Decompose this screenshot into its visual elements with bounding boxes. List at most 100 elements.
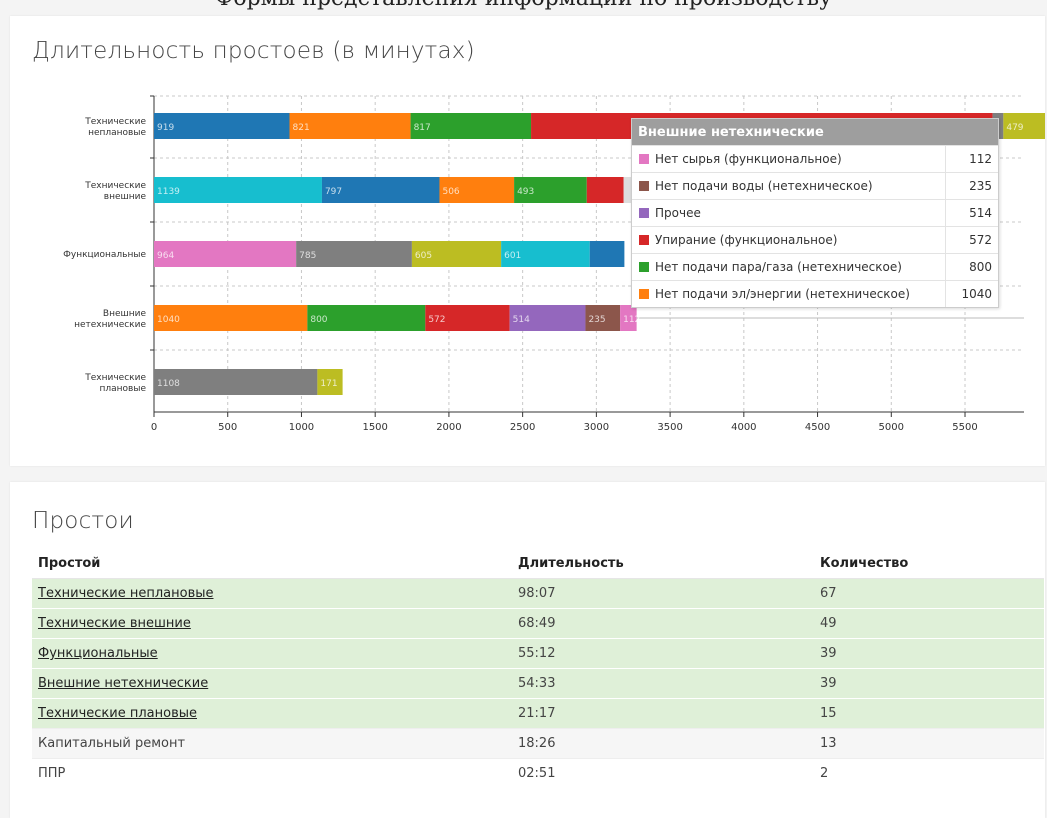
cell-count: 49 [814, 608, 1044, 639]
data-label: 800 [310, 315, 327, 325]
cell-count: 15 [814, 698, 1044, 729]
table-row: Внешние нетехнические 54:33 39 [32, 668, 1044, 699]
cell-name: ППР [32, 758, 512, 788]
table-panel: Простои Простой Длительность Количество … [10, 482, 1045, 818]
tooltip-label: Нет подачи пара/газа (нетехническое) [655, 260, 902, 274]
cell-duration: 02:51 [512, 758, 814, 788]
header-duration: Длительность [512, 548, 814, 579]
cell-duration: 54:33 [512, 668, 814, 699]
x-tick-label: 500 [218, 422, 237, 433]
downtime-link[interactable]: Функциональные [38, 646, 158, 661]
cell-duration: 21:17 [512, 698, 814, 729]
x-tick-label: 5500 [952, 422, 977, 433]
x-tick-label: 0 [151, 422, 157, 433]
tooltip-row: Нет подачи эл/энергии (нетехническое) 104… [632, 280, 998, 307]
tooltip-label: Упирание (функциональное) [655, 233, 838, 247]
data-label: 506 [442, 187, 459, 197]
cell-count: 67 [814, 578, 1044, 609]
downtime-name: ППР [38, 766, 66, 781]
tooltip-row: Нет сырья (функциональное) 112 [632, 145, 998, 172]
data-label: 605 [415, 251, 432, 261]
y-category-label: нетехнические [74, 320, 146, 330]
data-label: 1108 [157, 379, 180, 389]
cell-duration: 18:26 [512, 728, 814, 759]
tooltip-label: Нет подачи воды (нетехническое) [655, 179, 873, 193]
downtime-link[interactable]: Технические внешние [38, 616, 191, 631]
cell-duration: 55:12 [512, 638, 814, 669]
data-label: 514 [513, 315, 530, 325]
page-caption: Формы представления информации по произв… [0, 0, 1047, 11]
data-label: 235 [588, 315, 605, 325]
cell-name: Технические внешние [32, 608, 512, 639]
table-row: Функциональные 55:12 39 [32, 638, 1044, 669]
table-row: Капитальный ремонт 18:26 13 [32, 728, 1044, 759]
table-row: Технические внешние 68:49 49 [32, 608, 1044, 639]
data-label: 112 [623, 315, 640, 325]
data-label: 919 [157, 123, 174, 133]
data-label: 964 [157, 251, 174, 261]
x-tick-label: 2500 [510, 422, 535, 433]
data-label: 171 [320, 379, 337, 389]
cell-count: 2 [814, 758, 1044, 788]
x-tick-label: 5000 [879, 422, 904, 433]
y-category-label: Технические [84, 117, 146, 127]
y-category-label: Внешние [103, 309, 147, 319]
data-label: 479 [1006, 123, 1023, 133]
bar-segment [589, 241, 625, 267]
data-label: 493 [517, 187, 534, 197]
cell-duration: 98:07 [512, 578, 814, 609]
legend-swatch [639, 208, 649, 218]
cell-count: 39 [814, 668, 1044, 699]
y-category-label: плановые [100, 384, 147, 394]
y-category-label: внешние [104, 192, 147, 202]
table-row: Технические неплановые 98:07 67 [32, 578, 1044, 609]
cell-name: Внешние нетехнические [32, 668, 512, 699]
downtime-link[interactable]: Технические плановые [38, 706, 197, 721]
bar-segment [586, 177, 624, 203]
chart-panel: Длительность простоев (в минутах) 0 500 10… [10, 16, 1045, 466]
chart-tooltip: Внешние нетехнические Нет сырья (функцио… [631, 118, 999, 308]
tooltip-label: Прочее [655, 206, 701, 220]
x-tick-label: 3500 [657, 422, 682, 433]
tooltip-value: 514 [945, 200, 998, 226]
header-name: Простой [32, 548, 512, 579]
data-label: 572 [428, 315, 445, 325]
cell-count: 13 [814, 728, 1044, 759]
downtime-link[interactable]: Технические неплановые [38, 586, 214, 601]
cell-name: Капитальный ремонт [32, 728, 512, 759]
x-tick-label: 3000 [584, 422, 609, 433]
tooltip-title: Внешние нетехнические [632, 119, 998, 145]
bar-segment [154, 241, 297, 267]
cell-name: Технические неплановые [32, 578, 512, 609]
tooltip-value: 235 [945, 173, 998, 199]
y-category-label: Функциональные [63, 250, 146, 260]
tooltip-value: 800 [945, 254, 998, 280]
cell-name: Функциональные [32, 638, 512, 669]
tooltip-value: 1040 [945, 281, 998, 307]
y-category-label: Технические [84, 373, 146, 383]
tooltip-label: Нет сырья (функциональное) [655, 152, 842, 166]
x-tick-label: 4000 [731, 422, 756, 433]
cell-name: Технические плановые [32, 698, 512, 729]
y-category-label: Технические [84, 181, 146, 191]
tooltip-value: 112 [945, 146, 998, 172]
bar-segment [154, 113, 290, 139]
y-category-label: неплановые [88, 128, 146, 138]
downtime-link[interactable]: Внешние нетехнические [38, 676, 208, 691]
legend-swatch [639, 289, 649, 299]
x-tick-label: 4500 [805, 422, 830, 433]
x-tick-label: 1000 [289, 422, 314, 433]
data-label: 1040 [157, 315, 180, 325]
legend-swatch [639, 181, 649, 191]
table-title: Простои [32, 508, 134, 534]
header-count: Количество [814, 548, 1044, 579]
downtime-name: Капитальный ремонт [38, 736, 186, 751]
tooltip-label: Нет подачи эл/энергии (нетехническое) [655, 287, 910, 301]
legend-swatch [639, 262, 649, 272]
table-row: ППР 02:51 2 [32, 758, 1044, 788]
data-label: 601 [504, 251, 521, 261]
tooltip-row: Нет подачи пара/газа (нетехническое) 800 [632, 253, 998, 280]
data-label: 785 [299, 251, 316, 261]
table-row: Технические плановые 21:17 15 [32, 698, 1044, 729]
legend-swatch [639, 154, 649, 164]
